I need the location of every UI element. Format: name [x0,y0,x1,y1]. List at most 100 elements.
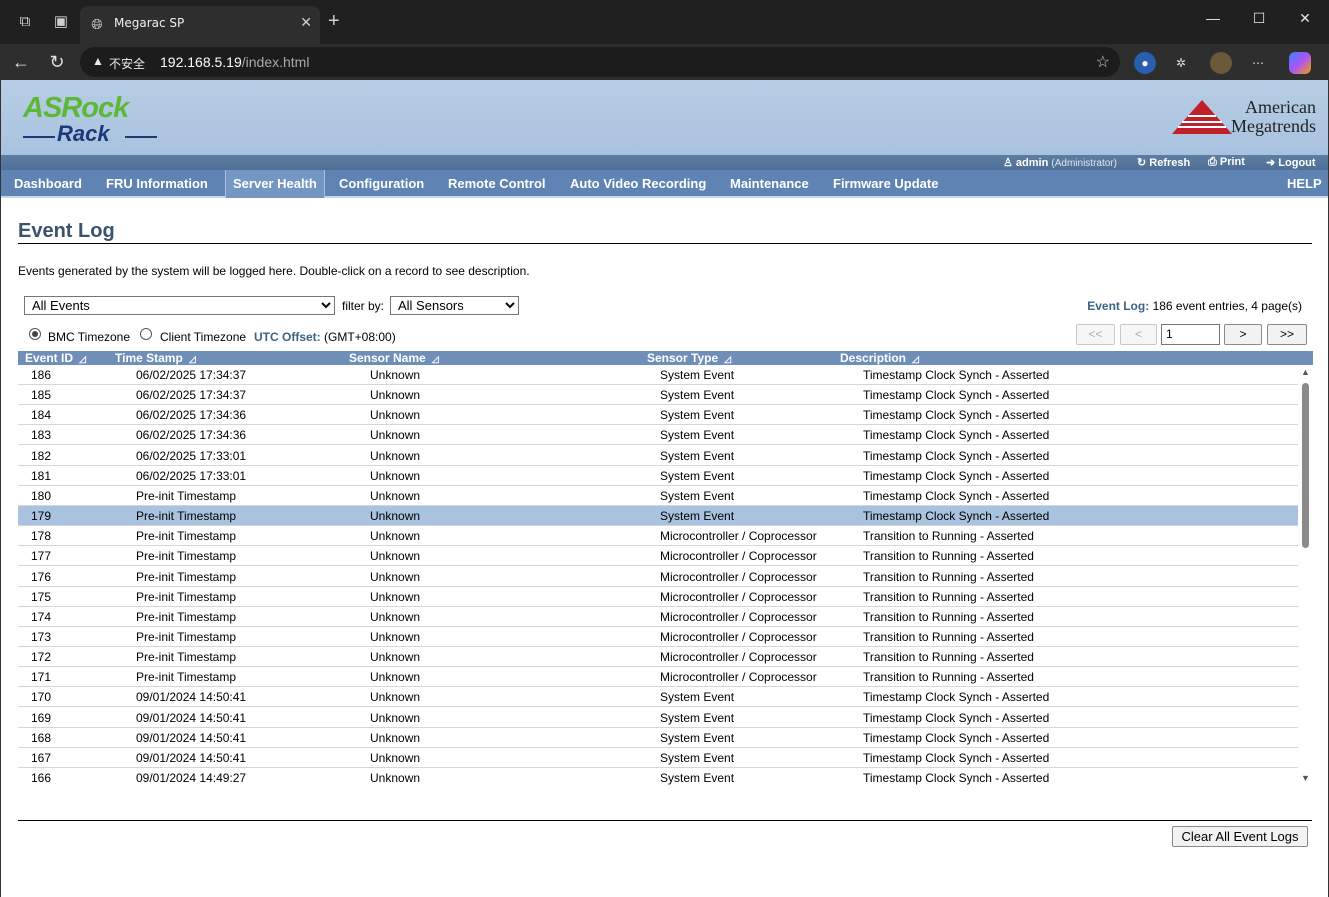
col-sensor-type[interactable]: Sensor Type ◿ [647,351,731,366]
cell-sensor-type: System Event [660,710,735,725]
prev-page-button[interactable]: < [1120,324,1157,345]
menu-configuration[interactable]: Configuration [332,170,431,198]
table-row[interactable]: 179 Pre-init Timestamp Unknown System Event… [18,506,1298,527]
tab-title: Megarac SP [114,16,185,30]
menu-remote-control[interactable]: Remote Control [441,170,553,198]
scroll-thumb[interactable] [1302,383,1309,548]
col-event-id[interactable]: Event ID ◿ [25,351,86,366]
table-row[interactable]: 184 06/02/2025 17:34:36 Unknown System Even… [18,405,1298,426]
cell-sensor-name: Unknown [370,710,421,725]
table-row[interactable]: 167 09/01/2024 14:50:41 Unknown System Even… [18,748,1298,768]
tab-actions-icon[interactable]: ▣ [51,12,71,32]
menu-server-health[interactable]: Server Health [225,170,325,198]
new-tab-icon[interactable]: + [328,10,340,33]
menu-maintenance[interactable]: Maintenance [723,170,816,198]
page-description: Events generated by the system will be l… [18,264,530,278]
cell-sensor-type: System Event [660,509,735,524]
col-time-stamp[interactable]: Time Stamp ◿ [115,351,196,366]
sensor-select[interactable]: All Sensors [390,296,519,315]
table-row[interactable]: 169 09/01/2024 14:50:41 Unknown System Even… [18,708,1298,728]
refresh-link[interactable]: ↻ Refresh [1137,156,1190,169]
minimize-icon[interactable]: — [1198,10,1228,26]
menu-auto-video-recording[interactable]: Auto Video Recording [563,170,713,198]
print-link[interactable]: ⎙ Print [1208,156,1245,169]
cell-description: Transition to Running - Asserted [863,549,1034,564]
cell-time-stamp: Pre-init Timestamp [136,509,237,524]
reload-icon[interactable]: ↻ [45,50,69,74]
table-row[interactable]: 177 Pre-init Timestamp Unknown Microcontrol… [18,546,1298,567]
url-text[interactable]: 192.168.5.19/index.html [160,54,309,70]
col-description[interactable]: Description ◿ [840,351,919,366]
cell-description: Transition to Running - Asserted [863,569,1034,584]
back-icon[interactable]: ← [9,50,33,74]
logout-link[interactable]: ➜ Logout [1266,156,1316,169]
clear-all-event-logs-button[interactable]: Clear All Event Logs [1172,826,1308,847]
menu-fru-information[interactable]: FRU Information [99,170,215,198]
last-page-button[interactable]: >> [1267,324,1307,345]
menu-help[interactable]: HELP [1280,170,1329,198]
table-row[interactable]: 182 06/02/2025 17:33:01 Unknown System Even… [18,446,1298,466]
first-page-button[interactable]: << [1076,324,1115,345]
copilot-icon[interactable] [1289,52,1311,74]
table-row[interactable]: 172 Pre-init Timestamp Unknown Microcontrol… [18,647,1298,668]
cell-event-id: 179 [31,509,52,524]
workspaces-icon[interactable]: ⧉ [15,12,35,32]
address-bar[interactable]: ▲ 不安全 192.168.5.19/index.html ☆ [80,47,1120,77]
extensions-icon[interactable]: ✲ [1170,52,1192,74]
cell-event-id: 169 [31,710,52,725]
cell-sensor-name: Unknown [370,468,421,483]
table-row[interactable]: 178 Pre-init Timestamp Unknown Microcontrol… [18,526,1298,547]
table-row[interactable]: 181 06/02/2025 17:33:01 Unknown System Even… [18,466,1298,486]
cell-description: Timestamp Clock Synch - Asserted [863,488,1050,503]
cell-sensor-type: System Event [660,388,735,403]
more-menu-icon[interactable]: ⋯ [1247,52,1269,74]
scroll-up-icon[interactable]: ▲ [1300,367,1311,377]
next-page-button[interactable]: > [1224,324,1262,345]
close-tab-icon[interactable]: ✕ [300,14,312,31]
cell-description: Timestamp Clock Synch - Asserted [863,368,1050,382]
cell-description: Timestamp Clock Synch - Asserted [863,710,1050,725]
table-row[interactable]: 175 Pre-init Timestamp Unknown Microcontrol… [18,587,1298,607]
cell-sensor-type: System Event [660,448,735,463]
table-row[interactable]: 176 Pre-init Timestamp Unknown Microcontrol… [18,567,1298,587]
cell-event-id: 178 [31,529,52,544]
table-row[interactable]: 186 06/02/2025 17:34:37 Unknown System Even… [18,365,1298,385]
cell-event-id: 174 [31,609,52,624]
event-table-body[interactable]: 186 06/02/2025 17:34:37 Unknown System Even… [18,365,1298,785]
client-timezone-radio[interactable] [140,328,152,340]
cell-sensor-type: Microcontroller / Coprocessor [660,549,817,564]
cell-time-stamp: 06/02/2025 17:34:37 [136,368,247,382]
table-row[interactable]: 168 09/01/2024 14:50:41 Unknown System Even… [18,728,1298,748]
cell-sensor-type: Microcontroller / Coprocessor [660,529,817,544]
cell-time-stamp: Pre-init Timestamp [136,629,237,644]
menu-dashboard[interactable]: Dashboard [7,170,89,198]
table-row[interactable]: 180 Pre-init Timestamp Unknown System Event… [18,486,1298,506]
cell-description: Timestamp Clock Synch - Asserted [863,750,1050,765]
close-window-icon[interactable]: ✕ [1290,10,1320,27]
favorite-star-icon[interactable]: ☆ [1096,52,1110,72]
browser-tab[interactable]: 🌐︎ Megarac SP ✕ [80,6,320,44]
cell-time-stamp: 06/02/2025 17:33:01 [136,448,247,463]
table-row[interactable]: 171 Pre-init Timestamp Unknown Microcontrol… [18,667,1298,688]
password-manager-icon[interactable]: ● [1134,52,1156,74]
scroll-down-icon[interactable]: ▼ [1300,773,1311,783]
table-row[interactable]: 170 09/01/2024 14:50:41 Unknown System Even… [18,687,1298,708]
cell-time-stamp: 09/01/2024 14:49:27 [136,771,247,785]
col-sensor-name[interactable]: Sensor Name ◿ [349,351,439,366]
security-label[interactable]: 不安全 [109,55,145,72]
profile-avatar[interactable] [1210,52,1232,74]
table-row[interactable]: 173 Pre-init Timestamp Unknown Microcontrol… [18,627,1298,647]
table-row[interactable]: 185 06/02/2025 17:34:37 Unknown System Even… [18,385,1298,406]
warning-icon[interactable]: ▲ [92,54,104,68]
menu-firmware-update[interactable]: Firmware Update [826,170,945,198]
table-row[interactable]: 174 Pre-init Timestamp Unknown Microcontrol… [18,607,1298,627]
bmc-timezone-radio[interactable] [29,328,41,340]
cell-description: Timestamp Clock Synch - Asserted [863,468,1050,483]
page-number-input[interactable]: 1 [1161,324,1220,345]
event-type-select[interactable]: All Events [24,296,335,315]
table-row[interactable]: 183 06/02/2025 17:34:36 Unknown System Even… [18,425,1298,446]
table-row[interactable]: 166 09/01/2024 14:49:27 Unknown System Even… [18,768,1298,785]
table-scrollbar[interactable]: ▲ ▼ [1298,365,1313,785]
maximize-icon[interactable]: ☐ [1244,10,1274,27]
cell-sensor-type: Microcontroller / Coprocessor [660,609,817,624]
